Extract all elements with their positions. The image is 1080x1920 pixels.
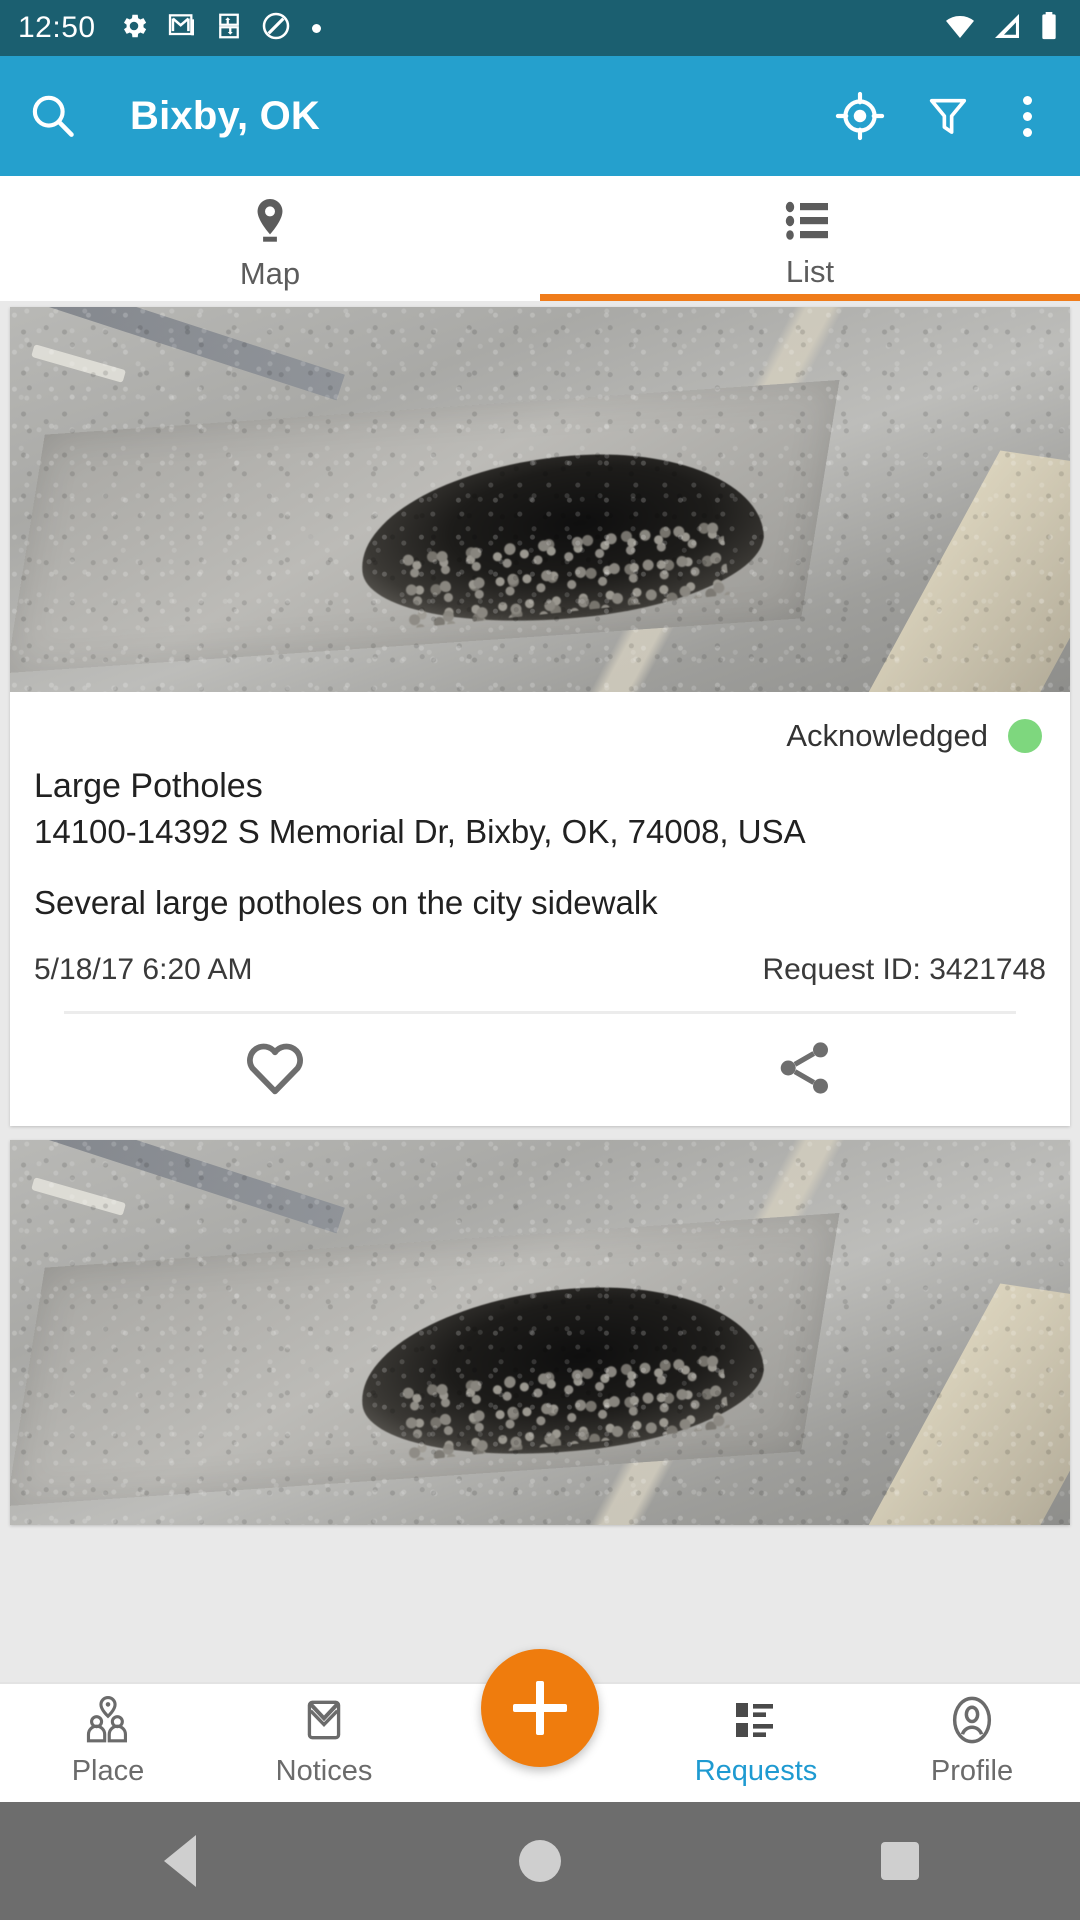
request-address: 14100-14392 S Memorial Dr, Bixby, OK, 74… <box>34 813 806 851</box>
nav-item-requests[interactable]: Requests <box>648 1684 864 1786</box>
status-bar: 12:50 <box>0 0 1080 56</box>
tab-list[interactable]: List <box>540 176 1080 301</box>
more-vertical-icon[interactable] <box>1011 95 1044 137</box>
requests-list-icon <box>730 1694 782 1751</box>
status-bar-system-icons <box>942 10 1062 47</box>
request-photo[interactable] <box>10 1140 1070 1526</box>
request-details: Acknowledged Large Potholes 14100-14392 … <box>10 692 1070 1015</box>
nav-item-requests-label: Requests <box>694 1755 818 1787</box>
tab-indicator-active <box>540 294 1080 301</box>
wifi-icon <box>942 10 978 47</box>
favorite-button[interactable] <box>10 1037 540 1104</box>
page-title: Bixby, OK <box>130 93 320 138</box>
tab-list-label: List <box>785 253 835 289</box>
map-pin-icon <box>247 195 293 252</box>
app-bar-actions <box>835 91 1054 141</box>
pothole-photo <box>10 1140 1070 1526</box>
nav-item-place[interactable]: Place <box>0 1684 216 1786</box>
request-meta: 5/18/17 6:20 AM Request ID: 3421748 <box>34 925 1046 993</box>
search-icon[interactable] <box>26 90 78 142</box>
request-card[interactable]: Acknowledged Large Potholes 14100-14392 … <box>10 307 1070 1127</box>
home-button[interactable] <box>360 1840 720 1882</box>
request-date: 5/18/17 6:20 AM <box>34 953 253 987</box>
status-dot-icon <box>1008 719 1042 753</box>
heart-icon <box>242 1037 308 1104</box>
status-label: Acknowledged <box>786 718 988 753</box>
place-people-icon <box>81 1694 135 1751</box>
home-circle-icon <box>519 1840 561 1882</box>
list-icon <box>784 197 836 250</box>
tab-bar: Map List <box>0 176 1080 301</box>
add-request-fab[interactable] <box>481 1649 599 1767</box>
filter-funnel-icon[interactable] <box>925 91 971 141</box>
card-actions <box>10 1014 1070 1126</box>
request-card[interactable] <box>10 1140 1070 1526</box>
request-description: Several large potholes on the city sidew… <box>34 884 658 922</box>
request-title: Large Potholes <box>34 767 263 805</box>
status-bar-notification-icons <box>118 10 321 47</box>
android-system-nav <box>0 1802 1080 1920</box>
cell-signal-icon <box>990 10 1024 47</box>
share-icon <box>774 1037 836 1104</box>
my-location-icon[interactable] <box>835 91 885 141</box>
back-button[interactable] <box>0 1835 360 1887</box>
nav-item-profile[interactable]: Profile <box>864 1684 1080 1786</box>
tab-map[interactable]: Map <box>0 176 540 301</box>
recents-square-icon <box>881 1842 919 1880</box>
battery-icon <box>1036 10 1062 47</box>
back-triangle-icon <box>164 1835 196 1887</box>
app-bar: Bixby, OK <box>0 56 1080 176</box>
tab-map-label: Map <box>239 255 301 291</box>
request-list[interactable]: Acknowledged Large Potholes 14100-14392 … <box>0 301 1080 1682</box>
nav-item-profile-label: Profile <box>930 1755 1014 1787</box>
do-not-disturb-icon <box>260 10 292 47</box>
gmail-icon <box>166 10 198 47</box>
dot-icon <box>311 23 321 33</box>
nav-item-notices-label: Notices <box>275 1755 373 1787</box>
pothole-photo <box>10 307 1070 692</box>
sync-icon <box>214 10 244 47</box>
request-id: Request ID: 3421748 <box>762 953 1046 987</box>
nav-item-place-label: Place <box>71 1755 145 1787</box>
envelope-icon <box>299 1694 349 1751</box>
status-badge: Acknowledged <box>34 692 1046 762</box>
recents-button[interactable] <box>720 1842 1080 1880</box>
request-photo[interactable] <box>10 307 1070 692</box>
profile-person-icon <box>946 1694 998 1751</box>
status-bar-clock: 12:50 <box>18 11 96 44</box>
share-button[interactable] <box>540 1037 1070 1104</box>
gear-icon <box>118 10 150 47</box>
nav-item-notices[interactable]: Notices <box>216 1684 432 1786</box>
